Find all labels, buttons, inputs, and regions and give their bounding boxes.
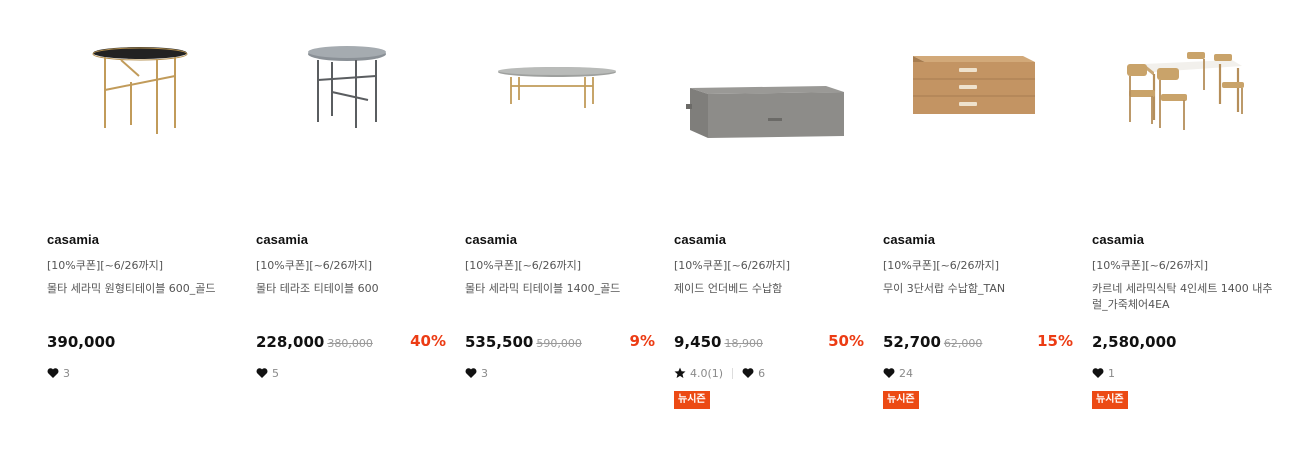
original-price: 590,000 [536, 337, 582, 350]
sale-price: 2,580,000 [1092, 333, 1177, 351]
product-name[interactable]: 몰타 테라조 티테이블 600 [256, 281, 446, 297]
new-season-badge: 뉴시즌 [1092, 391, 1128, 409]
product-image-round-side-table[interactable] [47, 30, 237, 170]
product-image-terrazzo-table[interactable] [256, 30, 446, 170]
product-meta: 1 [1092, 366, 1115, 380]
promo-text: [10%쿠폰][~6/26까지] [883, 259, 1000, 272]
product-name[interactable]: 제이드 언더베드 수납함 [674, 281, 864, 297]
like-count: 3 [63, 366, 70, 380]
product-name[interactable]: 몰타 세라믹 원형티테이블 600_골드 [47, 281, 237, 297]
product-name[interactable]: 무이 3단서랍 수납함_TAN [883, 281, 1073, 297]
like-count: 6 [758, 366, 766, 380]
promo-text: [10%쿠폰][~6/26까지] [256, 259, 373, 272]
price-row: 9,450 18,900 50% [674, 332, 864, 352]
product-card[interactable]: casamia [10%쿠폰][~6/26까지] 카르네 세라믹식탁 4인세트 … [1092, 0, 1282, 454]
new-season-badge: 뉴시즌 [674, 391, 710, 409]
product-image-dining-set[interactable] [1092, 30, 1282, 170]
product-card[interactable]: casamia [10%쿠폰][~6/26까지] 몰타 세라믹 원형티테이블 6… [47, 0, 237, 454]
sale-price: 228,000 [256, 333, 325, 351]
product-image-drawer-storage[interactable] [883, 30, 1073, 170]
brand-name[interactable]: casamia [883, 232, 935, 247]
heart-icon[interactable] [256, 367, 268, 379]
brand-name[interactable]: casamia [47, 232, 99, 247]
discount-rate: 50% [828, 332, 864, 350]
heart-icon[interactable] [883, 367, 895, 379]
discount-rate: 9% [629, 332, 655, 350]
brand-name[interactable]: casamia [1092, 232, 1144, 247]
brand-name[interactable]: casamia [256, 232, 308, 247]
promo-text: [10%쿠폰][~6/26까지] [465, 259, 582, 272]
sale-price: 535,500 [465, 333, 534, 351]
product-card[interactable]: casamia [10%쿠폰][~6/26까지] 제이드 언더베드 수납함 9,… [674, 0, 864, 454]
product-name[interactable]: 몰타 세라믹 티테이블 1400_골드 [465, 281, 655, 297]
heart-icon[interactable] [465, 367, 477, 379]
promo-text: [10%쿠폰][~6/26까지] [674, 259, 791, 272]
product-meta: 5 [256, 366, 279, 380]
original-price: 62,000 [943, 337, 983, 350]
product-name[interactable]: 카르네 세라믹식탁 4인세트 1400 내추럴_가죽체어4EA [1092, 281, 1282, 313]
like-count: 3 [481, 366, 488, 380]
product-card[interactable]: casamia [10%쿠폰][~6/26까지] 무이 3단서랍 수납함_TAN… [883, 0, 1073, 454]
sale-price: 9,450 [674, 333, 722, 351]
like-count: 24 [899, 366, 913, 380]
product-meta: 24 [883, 366, 913, 380]
price-row: 52,700 62,000 15% [883, 332, 1073, 352]
original-price: 18,900 [724, 337, 763, 350]
meta-divider [732, 367, 734, 379]
discount-rate: 40% [410, 332, 446, 350]
brand-name[interactable]: casamia [465, 232, 517, 247]
price-row: 2,580,000 [1092, 332, 1282, 352]
price-row: 228,000 380,000 40% [256, 332, 446, 352]
product-meta: 3 [47, 366, 70, 380]
sale-price: 52,700 [883, 333, 941, 351]
heart-icon[interactable] [1092, 367, 1104, 379]
promo-text: [10%쿠폰][~6/26까지] [47, 259, 164, 272]
product-meta: 3 [465, 366, 488, 380]
rating-score: 4.0(1) [690, 366, 724, 380]
product-grid: casamia [10%쿠폰][~6/26까지] 몰타 세라믹 원형티테이블 6… [0, 0, 1295, 454]
product-image-oval-tea-table[interactable] [465, 30, 655, 170]
heart-icon[interactable] [47, 367, 59, 379]
product-card[interactable]: casamia [10%쿠폰][~6/26까지] 몰타 테라조 티테이블 600… [256, 0, 446, 454]
sale-price: 390,000 [47, 333, 116, 351]
star-icon [674, 367, 686, 379]
product-card[interactable]: casamia [10%쿠폰][~6/26까지] 몰타 세라믹 티테이블 140… [465, 0, 655, 454]
original-price: 380,000 [327, 337, 373, 350]
product-image-underbed-storage[interactable] [674, 30, 864, 170]
new-season-badge: 뉴시즌 [883, 391, 919, 409]
like-count: 1 [1108, 366, 1115, 380]
brand-name[interactable]: casamia [674, 232, 726, 247]
discount-rate: 15% [1037, 332, 1073, 350]
price-row: 390,000 [47, 332, 237, 352]
product-meta: 4.0(1) 6 [674, 366, 765, 380]
promo-text: [10%쿠폰][~6/26까지] [1092, 259, 1209, 272]
price-row: 535,500 590,000 9% [465, 332, 655, 352]
like-count: 5 [272, 366, 279, 380]
heart-icon[interactable] [742, 367, 754, 379]
